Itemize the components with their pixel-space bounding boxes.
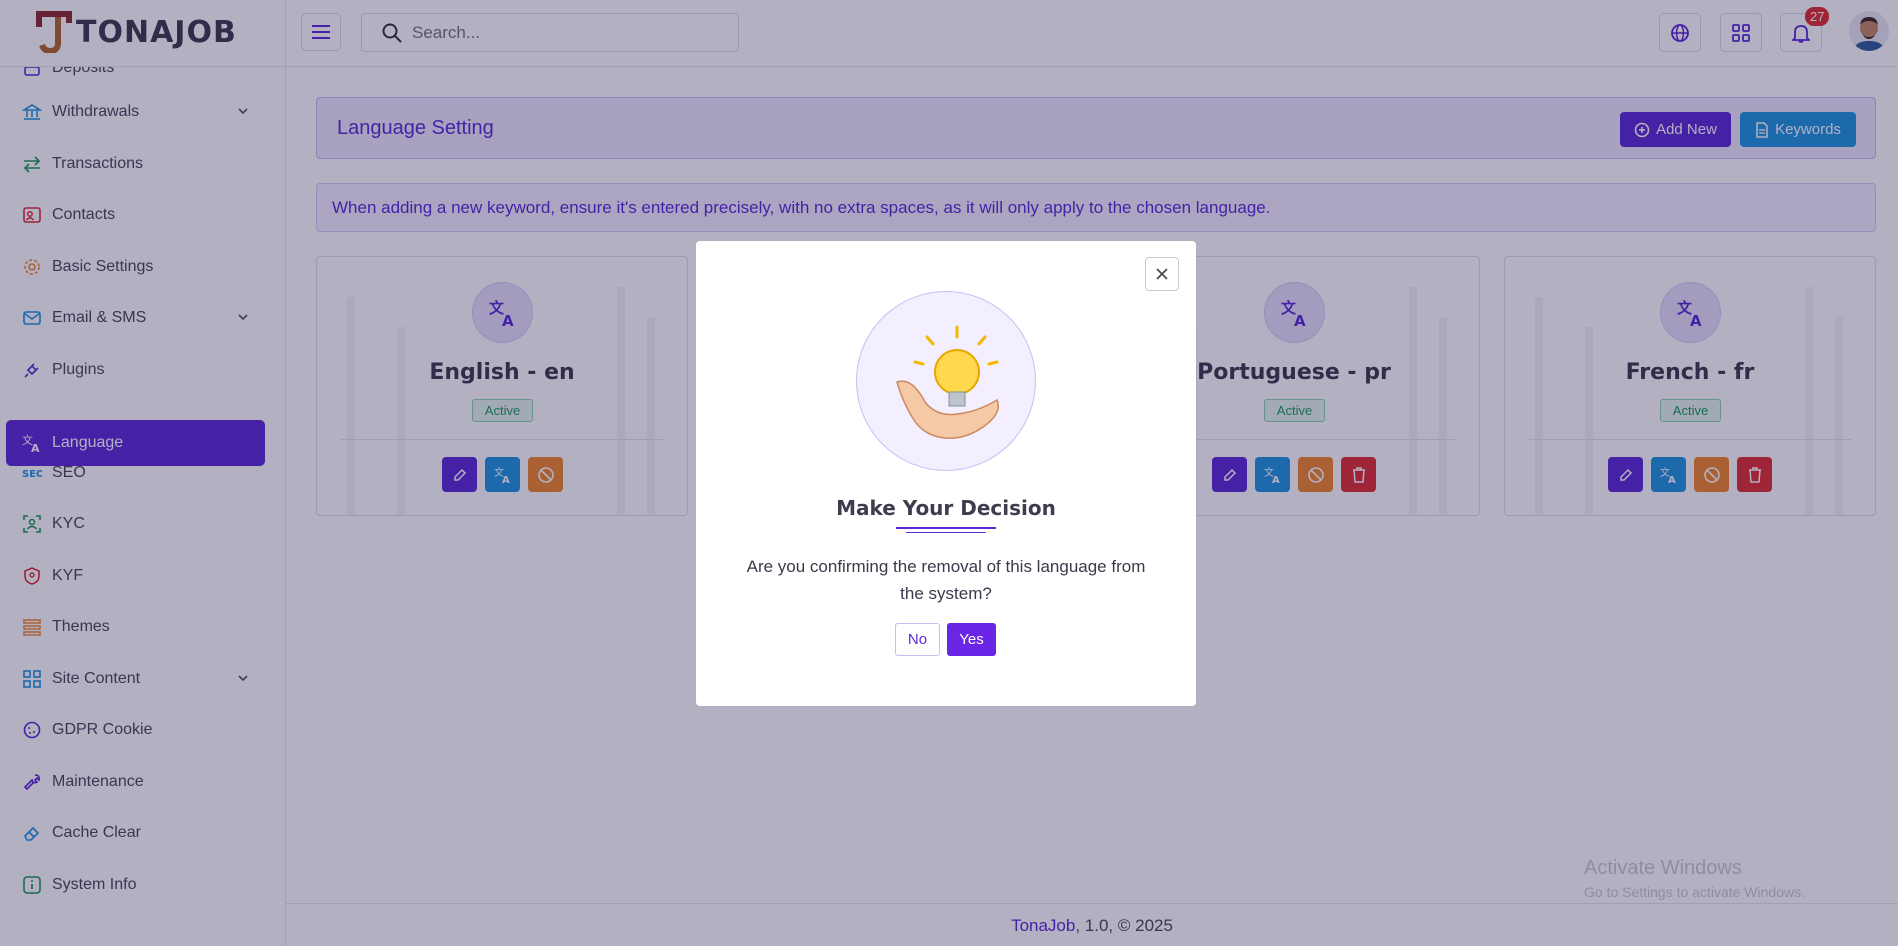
yes-button[interactable]: Yes bbox=[947, 623, 996, 656]
modal-message: Are you confirming the removal of this l… bbox=[746, 557, 1146, 603]
modal-title: Make Your Decision bbox=[836, 496, 1056, 520]
no-button[interactable]: No bbox=[895, 623, 940, 656]
confirm-delete-modal: Make Your Decision Are you confirming th… bbox=[696, 241, 1196, 706]
bulb-illustration bbox=[856, 291, 1036, 471]
close-icon bbox=[1156, 268, 1168, 280]
title-underline-secondary bbox=[906, 532, 986, 533]
modal-close-button[interactable] bbox=[1145, 257, 1179, 291]
title-underline bbox=[896, 527, 996, 529]
